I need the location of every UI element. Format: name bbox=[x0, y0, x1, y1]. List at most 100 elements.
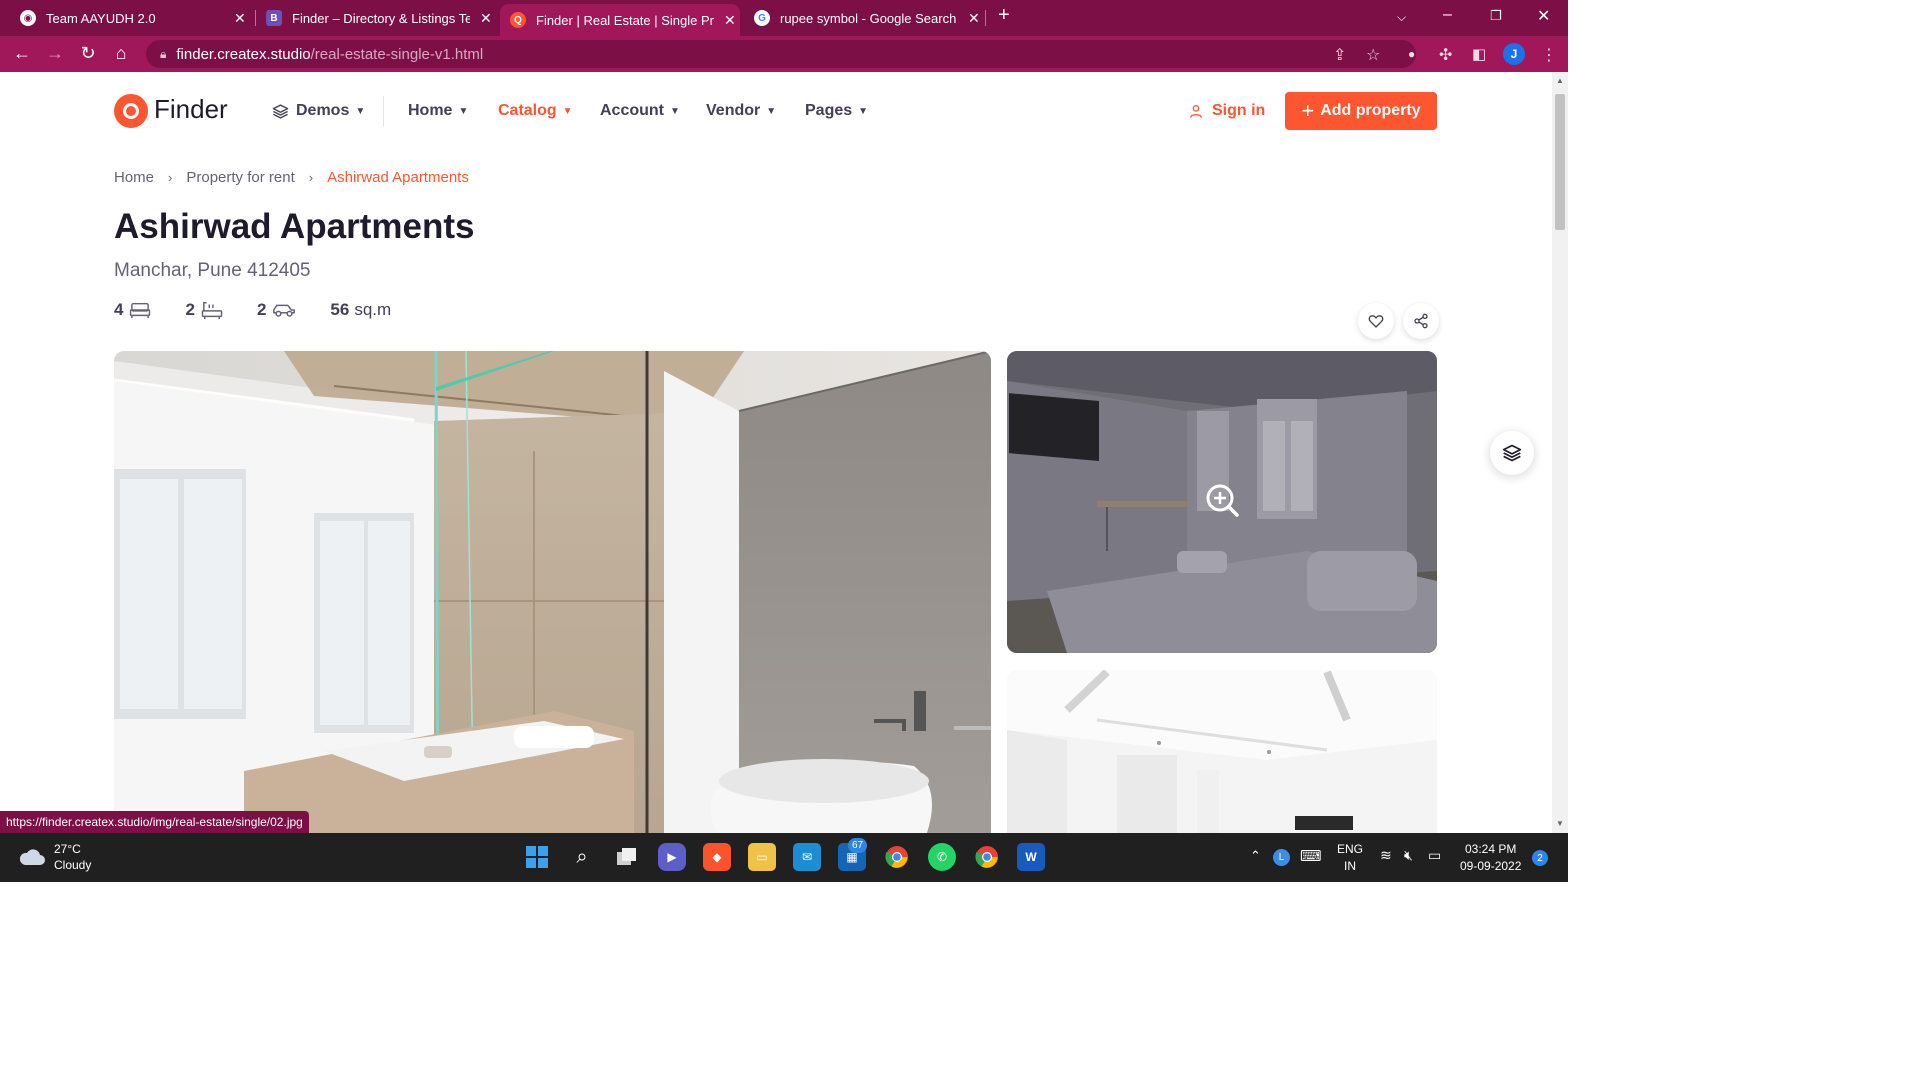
system-clock[interactable]: 03:24 PM 09-09-2022 bbox=[1460, 841, 1521, 875]
nav-pages[interactable]: Pages ▼ bbox=[805, 102, 868, 120]
battery-icon[interactable]: ▭ bbox=[1428, 847, 1441, 864]
bootstrap-icon: B bbox=[266, 10, 282, 26]
share-icon bbox=[1414, 313, 1428, 329]
forward-icon[interactable]: → bbox=[44, 43, 66, 64]
bedroom-bathroom-image bbox=[114, 351, 991, 833]
browser-tab-strip: ◉ Team AAYUDH 2.0 ✕ B Finder – Directory… bbox=[0, 0, 1568, 36]
windows-start-icon[interactable] bbox=[523, 843, 551, 871]
home-icon[interactable]: ⌂ bbox=[110, 43, 132, 64]
side-panel-icon[interactable]: ◧ bbox=[1472, 45, 1486, 63]
clock-time: 03:24 PM bbox=[1465, 842, 1517, 856]
gallery-thumb-bedroom[interactable] bbox=[1007, 351, 1437, 653]
close-tab-icon[interactable]: ✕ bbox=[968, 10, 982, 27]
windows-taskbar: 27°C Cloudy ⌕ ▶ ◆ ▭ ✉ ▦ 67 ✆ W ⌃ L ⌨ ENG… bbox=[0, 833, 1568, 882]
sign-in-link[interactable]: Sign in bbox=[1188, 102, 1265, 120]
close-window-button[interactable]: ✕ bbox=[1537, 6, 1550, 26]
chevron-down-icon: ▼ bbox=[562, 105, 573, 117]
lock-icon[interactable]: 🔒︎ bbox=[160, 47, 166, 62]
lang-code: ENG bbox=[1337, 842, 1364, 856]
gallery-main-photo[interactable] bbox=[114, 351, 991, 833]
spec-area: 56 sq.m bbox=[330, 300, 391, 320]
chrome-profile-icon[interactable] bbox=[973, 843, 1001, 871]
close-tab-icon[interactable]: ✕ bbox=[234, 10, 248, 27]
tab-finder-directory[interactable]: B Finder – Directory & Listings Tem ✕ bbox=[252, 4, 498, 32]
layers-icon bbox=[1502, 444, 1522, 462]
bookmark-star-icon[interactable]: ☆ bbox=[1366, 45, 1380, 65]
close-tab-icon[interactable]: ✕ bbox=[480, 10, 494, 27]
breadcrumb-property-for-rent[interactable]: Property for rent bbox=[186, 169, 294, 186]
chrome-icon[interactable] bbox=[883, 843, 911, 871]
share-button[interactable] bbox=[1403, 303, 1439, 339]
bedrooms-count: 4 bbox=[114, 300, 124, 319]
tab-title: rupee symbol - Google Search bbox=[780, 10, 957, 26]
minimize-button[interactable]: – bbox=[1443, 6, 1452, 24]
chevron-down-icon: ▼ bbox=[355, 105, 366, 117]
weather-desc: Cloudy bbox=[54, 858, 92, 872]
spec-parking: 2 bbox=[257, 300, 296, 320]
nav-label: Demos bbox=[296, 102, 350, 119]
whatsapp-icon[interactable]: ✆ bbox=[928, 843, 956, 871]
keyboard-icon[interactable]: ⌨ bbox=[1300, 847, 1322, 865]
restore-button[interactable]: ❐ bbox=[1490, 8, 1502, 24]
gallery-thumb-living-room[interactable] bbox=[1007, 670, 1437, 833]
nav-demos[interactable]: Demos ▼ bbox=[272, 102, 365, 120]
tab-title: Team AAYUDH 2.0 bbox=[46, 10, 156, 26]
bath-icon bbox=[201, 302, 223, 320]
brave-browser-icon[interactable]: ◆ bbox=[703, 843, 731, 871]
tab-team-aayudh[interactable]: ◉ Team AAYUDH 2.0 ✕ bbox=[6, 4, 252, 32]
teams-chat-icon[interactable]: ▶ bbox=[658, 843, 686, 871]
browser-menu-icon[interactable]: ⋮ bbox=[1541, 45, 1557, 65]
tab-search-icon[interactable]: ⌵ bbox=[1397, 10, 1406, 25]
nav-account[interactable]: Account ▼ bbox=[600, 102, 680, 120]
layers-switcher-button[interactable] bbox=[1490, 431, 1534, 475]
wifi-icon[interactable]: ≋ bbox=[1380, 847, 1392, 864]
nav-catalog[interactable]: Catalog ▼ bbox=[498, 102, 573, 120]
volume-muted-icon[interactable]: 🔇︎ bbox=[1404, 847, 1413, 864]
profile-avatar[interactable]: J bbox=[1503, 43, 1525, 65]
extension-icon[interactable]: ● bbox=[1408, 47, 1415, 61]
area-value: 56 bbox=[330, 300, 350, 319]
word-icon[interactable]: W bbox=[1017, 843, 1045, 871]
plus-icon: + bbox=[1301, 98, 1315, 123]
area-unit: sq.m bbox=[354, 300, 392, 319]
new-tab-button[interactable]: + bbox=[998, 4, 1010, 27]
language-indicator[interactable]: ENG IN bbox=[1337, 841, 1363, 875]
tab-finder-real-estate[interactable]: Q Finder | Real Estate | Single Prope ✕ bbox=[500, 4, 740, 36]
share-page-icon[interactable]: ⇪ bbox=[1333, 45, 1346, 65]
weather-temp: 27°C bbox=[54, 842, 81, 856]
page-scrollbar[interactable]: ▲ ▼ bbox=[1552, 72, 1568, 833]
scroll-up-arrow-icon[interactable]: ▲ bbox=[1556, 76, 1564, 85]
nav-label: Vendor bbox=[706, 102, 761, 119]
file-explorer-icon[interactable]: ▭ bbox=[748, 843, 776, 871]
url-path: /real-estate-single-v1.html bbox=[310, 45, 484, 63]
weather-widget[interactable]: 27°C Cloudy bbox=[18, 841, 91, 873]
back-icon[interactable]: ← bbox=[11, 43, 33, 64]
nav-vendor[interactable]: Vendor ▼ bbox=[706, 102, 776, 120]
cloud-icon bbox=[19, 849, 45, 865]
scrollbar-thumb[interactable] bbox=[1555, 94, 1565, 230]
extensions-puzzle-icon[interactable]: ✣ bbox=[1439, 45, 1452, 65]
nav-home[interactable]: Home ▼ bbox=[408, 102, 468, 120]
tab-google-search[interactable]: G rupee symbol - Google Search ✕ bbox=[740, 4, 986, 32]
reload-icon[interactable]: ↻ bbox=[77, 43, 99, 64]
tab-title: Finder – Directory & Listings Tem bbox=[292, 10, 470, 26]
address-bar[interactable]: 🔒︎ finder.createx.studio /real-estate-si… bbox=[146, 40, 1416, 68]
finder-logo-icon[interactable] bbox=[114, 94, 148, 128]
browser-toolbar: ← → ↻ ⌂ 🔒︎ finder.createx.studio /real-e… bbox=[0, 36, 1568, 72]
task-view-icon[interactable] bbox=[613, 843, 641, 871]
logo-text[interactable]: Finder bbox=[154, 94, 228, 125]
mail-icon[interactable]: ✉ bbox=[793, 843, 821, 871]
scroll-down-arrow-icon[interactable]: ▼ bbox=[1556, 819, 1564, 828]
spec-bathrooms: 2 bbox=[185, 300, 223, 320]
add-property-button[interactable]: + Add property bbox=[1285, 92, 1437, 130]
nav-label: Pages bbox=[805, 102, 853, 119]
chevron-down-icon: ▼ bbox=[670, 105, 680, 117]
notification-badge[interactable]: 2 bbox=[1532, 850, 1548, 866]
close-tab-icon[interactable]: ✕ bbox=[724, 12, 738, 29]
breadcrumb-home[interactable]: Home bbox=[114, 169, 154, 186]
tray-app-icon[interactable]: L bbox=[1273, 849, 1290, 866]
wishlist-button[interactable] bbox=[1358, 303, 1394, 339]
living-room-image bbox=[1007, 670, 1437, 833]
search-icon[interactable]: ⌕ bbox=[568, 843, 596, 871]
tray-overflow-icon[interactable]: ⌃ bbox=[1250, 848, 1261, 864]
